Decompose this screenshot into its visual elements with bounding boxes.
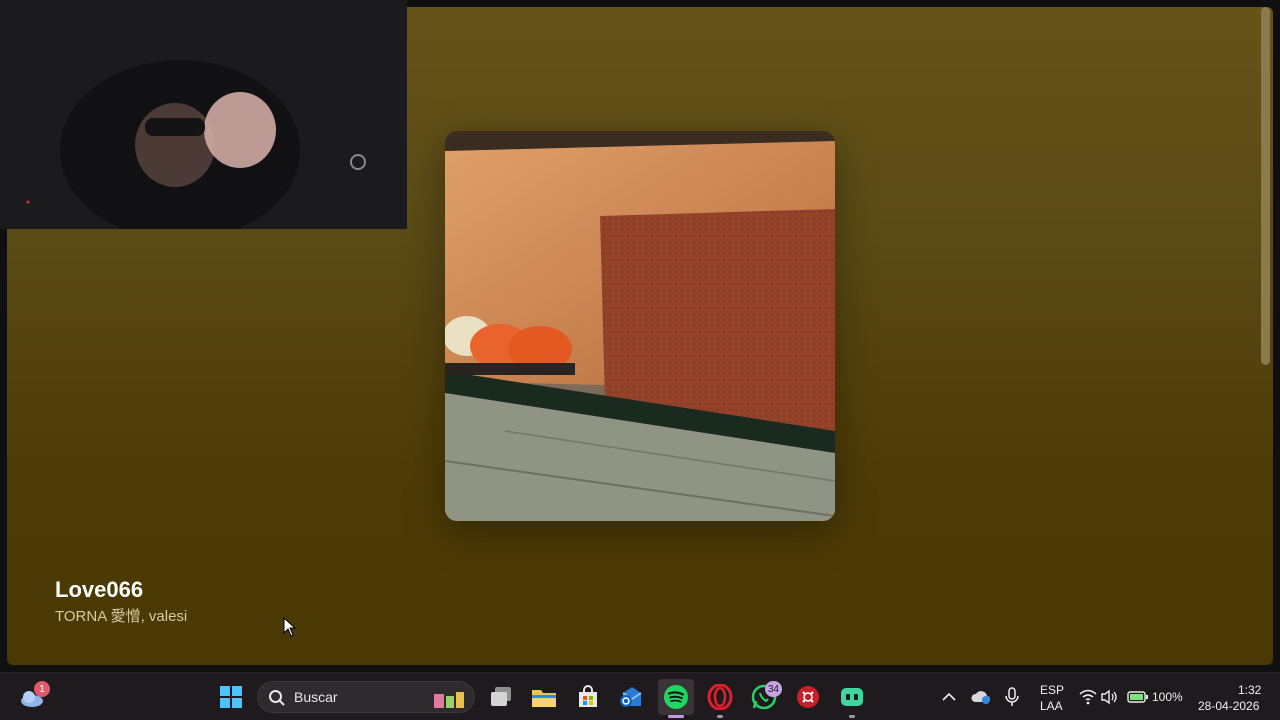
taskbar-search[interactable]: Buscar bbox=[257, 681, 475, 713]
media-player-running-indicator bbox=[849, 715, 855, 718]
microsoft-store-icon bbox=[579, 685, 597, 707]
search-highlight-icon bbox=[434, 692, 464, 708]
outlook-button[interactable] bbox=[614, 679, 650, 715]
volume-tray-button[interactable] bbox=[1094, 679, 1124, 715]
clock-time[interactable]: 1:32 bbox=[1238, 683, 1261, 697]
scrcpy-icon bbox=[797, 686, 819, 708]
track-title[interactable]: Love066 bbox=[55, 577, 143, 603]
album-art-image bbox=[445, 131, 835, 521]
whatsapp-badge: 34 bbox=[764, 681, 782, 697]
input-language-bottom[interactable]: LAA bbox=[1040, 699, 1063, 713]
desktop: Love066 TORNA 愛憎, valesi 1 Buscar 34 ESP… bbox=[0, 0, 1280, 720]
opera-button[interactable] bbox=[702, 679, 738, 718]
cloud-icon bbox=[971, 691, 990, 704]
scrollbar-thumb[interactable] bbox=[1261, 7, 1270, 365]
start-button[interactable] bbox=[213, 679, 249, 715]
microphone-icon bbox=[1005, 687, 1019, 706]
speaker-icon bbox=[1101, 689, 1117, 705]
search-input[interactable]: Buscar bbox=[294, 689, 338, 705]
webcam-feed-image bbox=[0, 0, 407, 229]
microsoft-store-button[interactable] bbox=[570, 679, 606, 715]
input-language-top[interactable]: ESP bbox=[1040, 683, 1064, 697]
opera-running-indicator bbox=[717, 715, 723, 718]
task-view-button[interactable] bbox=[483, 679, 519, 715]
weather-widget[interactable]: 1 bbox=[14, 679, 50, 715]
clock-date[interactable]: 28-04-2026 bbox=[1198, 699, 1259, 713]
scrollbar[interactable] bbox=[1259, 7, 1273, 665]
battery-icon bbox=[1127, 691, 1148, 703]
show-hidden-icons-button[interactable] bbox=[931, 679, 967, 715]
media-player-button[interactable] bbox=[834, 679, 870, 718]
task-view-icon bbox=[491, 687, 511, 706]
chevron-up-icon bbox=[942, 692, 956, 701]
weather-badge: 1 bbox=[34, 681, 50, 697]
start-icon bbox=[220, 686, 242, 708]
mouse-cursor-icon bbox=[283, 617, 297, 637]
track-artists[interactable]: TORNA 愛憎, valesi bbox=[55, 605, 187, 626]
battery-percentage: 100% bbox=[1152, 690, 1183, 704]
battery-tray-button[interactable] bbox=[1122, 679, 1154, 715]
microphone-tray-button[interactable] bbox=[994, 679, 1030, 715]
media-player-icon bbox=[841, 688, 863, 706]
spotify-active-indicator bbox=[668, 715, 684, 718]
scrcpy-button[interactable] bbox=[790, 679, 826, 715]
album-cover bbox=[445, 131, 835, 521]
whatsapp-button[interactable]: 34 bbox=[746, 679, 782, 715]
file-explorer-icon bbox=[532, 690, 556, 707]
spotify-button[interactable] bbox=[658, 679, 694, 718]
outlook-icon bbox=[620, 687, 642, 707]
spotify-icon bbox=[664, 685, 688, 709]
webcam-overlay bbox=[0, 0, 407, 229]
file-explorer-button[interactable] bbox=[526, 679, 562, 715]
opera-icon bbox=[707, 684, 733, 710]
search-icon bbox=[269, 690, 285, 706]
taskbar: 1 Buscar 34 ESP LAA 100% 1:32 28-04-2026 bbox=[0, 672, 1280, 720]
